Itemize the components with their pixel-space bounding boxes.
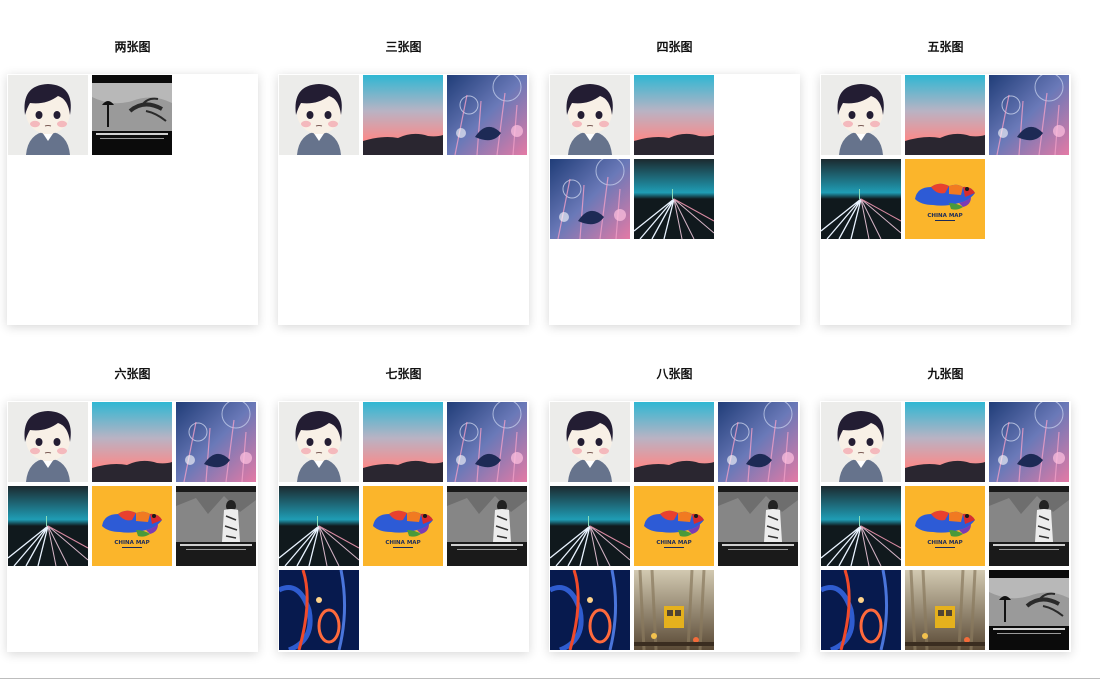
thumbnail-neon-lights[interactable] [550,570,630,650]
thumbnail-sunset-gradient[interactable] [363,75,443,155]
thumbnail-tree-bw[interactable] [989,570,1069,650]
thumbnail-china-map[interactable]: CHINA MAP [634,486,714,566]
thumbnail-anime-flowers[interactable] [989,75,1069,155]
thumbnail-anime-flowers[interactable] [447,402,527,482]
thumbnail-neon-lights[interactable] [821,570,901,650]
thumbnail-night-road[interactable] [634,159,714,239]
thumbnail-girl-bw[interactable] [447,486,527,566]
thumbnail-rain-street[interactable] [905,570,985,650]
thumbnail-sunset-gradient[interactable] [905,75,985,155]
map-caption: CHINA MAP [656,540,691,546]
thumbnail-anime-flowers[interactable] [176,402,256,482]
thumbnail-avatar-cartoon[interactable] [550,75,630,155]
image-grid-card: CHINA MAP [7,401,258,652]
thumbnail-china-map[interactable]: CHINA MAP [905,486,985,566]
thumbnail-night-road[interactable] [821,159,901,239]
map-caption: CHINA MAP [927,540,962,546]
image-grid-card [7,74,258,325]
thumbnail-night-road[interactable] [821,486,901,566]
thumbnail-china-map[interactable]: CHINA MAP [905,159,985,239]
thumbnail-neon-lights[interactable] [279,570,359,650]
thumbnail-sunset-gradient[interactable] [905,402,985,482]
thumbnail-avatar-cartoon[interactable] [279,75,359,155]
image-grid-card: CHINA MAP [278,401,529,652]
group-title: 八张图 [656,367,693,381]
thumbnail-tree-bw[interactable] [92,75,172,155]
thumbnail-sunset-gradient[interactable] [634,402,714,482]
group-title: 四张图 [656,40,693,54]
group-title: 三张图 [385,40,422,54]
thumbnail-girl-bw[interactable] [176,486,256,566]
thumbnail-night-road[interactable] [550,486,630,566]
thumbnail-avatar-cartoon[interactable] [8,75,88,155]
thumbnail-anime-flowers[interactable] [718,402,798,482]
thumbnail-anime-flowers[interactable] [989,402,1069,482]
thumbnail-avatar-cartoon[interactable] [279,402,359,482]
image-grid-card: CHINA MAP [549,401,800,652]
thumbnail-avatar-cartoon[interactable] [821,75,901,155]
thumbnail-rain-street[interactable] [634,570,714,650]
thumbnail-night-road[interactable] [8,486,88,566]
thumbnail-avatar-cartoon[interactable] [550,402,630,482]
image-grid-card: CHINA MAP [820,401,1071,652]
thumbnail-girl-bw[interactable] [989,486,1069,566]
map-caption: CHINA MAP [927,213,962,219]
map-caption: CHINA MAP [114,540,149,546]
thumbnail-night-road[interactable] [279,486,359,566]
bottom-divider [0,678,1100,679]
thumbnail-sunset-gradient[interactable] [92,402,172,482]
thumbnail-china-map[interactable]: CHINA MAP [363,486,443,566]
thumbnail-anime-flowers[interactable] [550,159,630,239]
thumbnail-china-map[interactable]: CHINA MAP [92,486,172,566]
thumbnail-avatar-cartoon[interactable] [821,402,901,482]
group-title: 两张图 [114,40,151,54]
group-title: 九张图 [927,367,964,381]
thumbnail-anime-flowers[interactable] [447,75,527,155]
group-title: 五张图 [927,40,964,54]
thumbnail-avatar-cartoon[interactable] [8,402,88,482]
group-title: 七张图 [385,367,422,381]
image-grid-card [278,74,529,325]
thumbnail-sunset-gradient[interactable] [363,402,443,482]
group-title: 六张图 [114,367,151,381]
thumbnail-sunset-gradient[interactable] [634,75,714,155]
map-caption: CHINA MAP [385,540,420,546]
thumbnail-girl-bw[interactable] [718,486,798,566]
image-grid-card: CHINA MAP [820,74,1071,325]
image-grid-card [549,74,800,325]
